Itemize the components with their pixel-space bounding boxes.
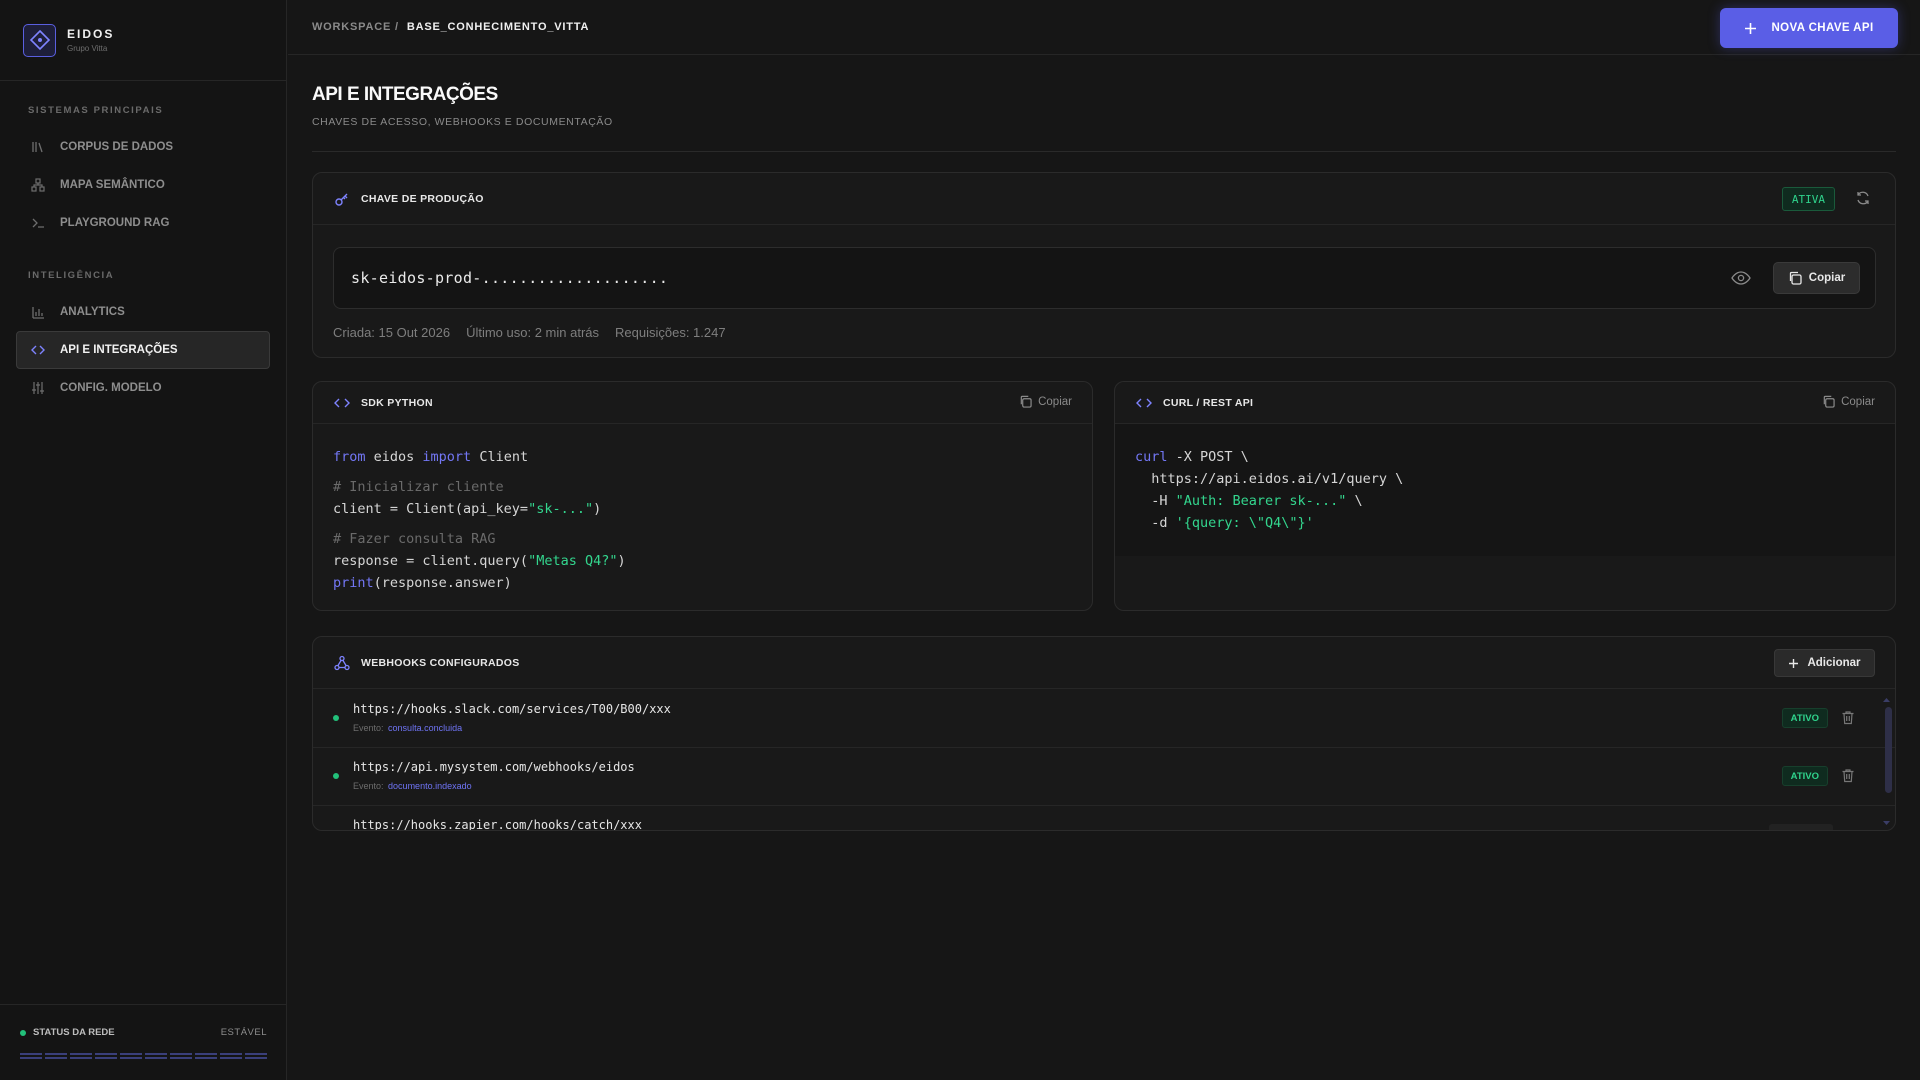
sidebar-item-analytics[interactable]: ANALYTICS xyxy=(16,293,270,331)
scroll-down-icon[interactable] xyxy=(1882,820,1891,826)
copy-label: Copiar xyxy=(1808,272,1846,284)
section-title-sistemas: SISTEMAS PRINCIPAIS xyxy=(28,105,164,116)
brand[interactable]: EIDOS Grupo Vitta xyxy=(0,0,286,81)
sidebar-item-playground[interactable]: PLAYGROUND RAG xyxy=(16,204,270,242)
page-title: API E INTEGRAÇÕES xyxy=(312,84,498,105)
status-badge: ATIVA xyxy=(1781,187,1835,211)
section-title-inteligencia: INTELIGÊNCIA xyxy=(28,270,115,281)
copy-python-button[interactable]: Copiar xyxy=(1019,395,1072,408)
status-value: ESTÁVEL xyxy=(220,1027,267,1038)
copy-label: Copiar xyxy=(1038,395,1072,408)
webhook-event: Evento: documento.indexado xyxy=(353,781,472,791)
terminal-icon xyxy=(29,214,47,232)
card-title: CURL / REST API xyxy=(1163,396,1254,409)
api-key-field[interactable]: sk-eidos-prod-.................... Copia… xyxy=(333,247,1876,309)
curl-card: CURL / REST API Copiar curl -X POST \ ht… xyxy=(1114,381,1896,611)
card-title: WEBHOOKS CONFIGURADOS xyxy=(361,656,520,669)
code-icon xyxy=(29,341,47,359)
topbar: WORKSPACE / BASE_CONHECIMENTO_VITTA NOVA… xyxy=(288,0,1920,55)
new-api-key-button[interactable]: NOVA CHAVE API xyxy=(1720,8,1898,48)
card-title: SDK PYTHON xyxy=(361,396,433,409)
list-item[interactable]: https://api.mysystem.com/webhooks/eidos … xyxy=(313,748,1895,806)
copy-label: Copiar xyxy=(1841,395,1875,408)
list-item[interactable]: https://hooks.slack.com/services/T00/B00… xyxy=(313,690,1895,748)
webhook-list: https://hooks.slack.com/services/T00/B00… xyxy=(313,690,1895,830)
copy-icon xyxy=(1823,395,1835,408)
network-status: STATUS DA REDE ESTÁVEL xyxy=(0,1004,287,1080)
copy-curl-button[interactable]: Copiar xyxy=(1822,395,1875,408)
sidebar-item-label: PLAYGROUND RAG xyxy=(60,217,170,229)
status-label: STATUS DA REDE xyxy=(33,1027,115,1038)
brand-subtitle: Grupo Vitta xyxy=(67,44,108,53)
sidebar-item-mapa[interactable]: MAPA SEMÂNTICO xyxy=(16,166,270,204)
logo-icon xyxy=(23,23,56,57)
trash-icon[interactable] xyxy=(1841,710,1855,730)
webhook-icon xyxy=(333,654,351,672)
divider xyxy=(312,151,1896,152)
key-requests: Requisições: 1.247 xyxy=(615,325,726,340)
code-icon xyxy=(1135,394,1153,412)
sidebar-item-config[interactable]: CONFIG. MODELO xyxy=(16,369,270,407)
active-dot-icon xyxy=(333,773,339,779)
plus-icon xyxy=(1745,22,1757,34)
page-subtitle: CHAVES DE ACESSO, WEBHOOKS E DOCUMENTAÇÃ… xyxy=(312,116,613,128)
status-badge: ATIVO xyxy=(1781,766,1828,786)
production-key-card: CHAVE DE PRODUÇÃO ATIVA sk-eidos-prod-..… xyxy=(312,172,1896,358)
status-dot-icon xyxy=(20,1029,26,1036)
webhooks-card: WEBHOOKS CONFIGURADOS Adicionar https://… xyxy=(312,636,1896,831)
trash-icon[interactable] xyxy=(1841,768,1855,788)
brand-name: EIDOS xyxy=(67,27,115,41)
sidebar-item-label: CORPUS DE DADOS xyxy=(60,141,174,153)
add-label: Adicionar xyxy=(1807,657,1861,669)
key-last-use: Último uso: 2 min atrás xyxy=(466,325,600,340)
python-code-block: from eidos import Client # Inicializar c… xyxy=(333,449,626,591)
new-api-key-label: NOVA CHAVE API xyxy=(1771,22,1874,34)
breadcrumb-root[interactable]: WORKSPACE / xyxy=(312,21,399,33)
sidebar-item-corpus[interactable]: CORPUS DE DADOS xyxy=(16,128,270,166)
status-badge: ATIVO xyxy=(1781,708,1828,728)
list-item[interactable]: https://hooks.zapier.com/hooks/catch/xxx xyxy=(313,806,1895,830)
sidebar: EIDOS Grupo Vitta SISTEMAS PRINCIPAIS CO… xyxy=(0,0,287,1080)
sdk-python-card: SDK PYTHON Copiar from eidos import Clie… xyxy=(312,381,1093,611)
copy-key-button[interactable]: Copiar xyxy=(1773,262,1860,294)
code-icon xyxy=(333,394,351,412)
key-created: Criada: 15 Out 2026 xyxy=(333,325,451,340)
library-icon xyxy=(29,138,47,156)
scrollbar[interactable] xyxy=(1885,707,1892,793)
webhook-url: https://hooks.zapier.com/hooks/catch/xxx xyxy=(353,818,642,830)
copy-icon xyxy=(1789,271,1802,285)
status-badge xyxy=(1769,824,1833,830)
webhook-event: Evento: consulta.concluida xyxy=(353,723,463,733)
sidebar-item-label: MAPA SEMÂNTICO xyxy=(60,179,165,191)
webhook-url: https://hooks.slack.com/services/T00/B00… xyxy=(353,702,671,716)
refresh-icon[interactable] xyxy=(1855,190,1871,211)
sidebar-item-api[interactable]: API E INTEGRAÇÕES xyxy=(16,331,270,369)
key-icon xyxy=(333,190,351,208)
status-bars xyxy=(20,1053,267,1059)
copy-icon xyxy=(1020,395,1032,408)
key-metadata: Criada: 15 Out 2026 Último uso: 2 min at… xyxy=(333,325,726,340)
plus-icon xyxy=(1789,658,1799,668)
sidebar-item-label: ANALYTICS xyxy=(60,306,125,318)
sidebar-item-label: API E INTEGRAÇÕES xyxy=(60,344,178,356)
add-webhook-button[interactable]: Adicionar xyxy=(1774,649,1875,677)
card-title: CHAVE DE PRODUÇÃO xyxy=(361,192,484,205)
scroll-up-icon[interactable] xyxy=(1882,697,1891,703)
eye-icon[interactable] xyxy=(1731,269,1751,292)
breadcrumb-current: BASE_CONHECIMENTO_VITTA xyxy=(406,21,590,33)
api-key-value: sk-eidos-prod-.................... xyxy=(351,269,669,287)
sliders-icon xyxy=(29,379,47,397)
sidebar-item-label: CONFIG. MODELO xyxy=(60,382,162,394)
active-dot-icon xyxy=(333,715,339,721)
webhook-url: https://api.mysystem.com/webhooks/eidos xyxy=(353,760,635,774)
network-icon xyxy=(29,176,47,194)
bar-chart-icon xyxy=(29,303,47,321)
curl-code-block: curl -X POST \ https://api.eidos.ai/v1/q… xyxy=(1115,424,1895,556)
